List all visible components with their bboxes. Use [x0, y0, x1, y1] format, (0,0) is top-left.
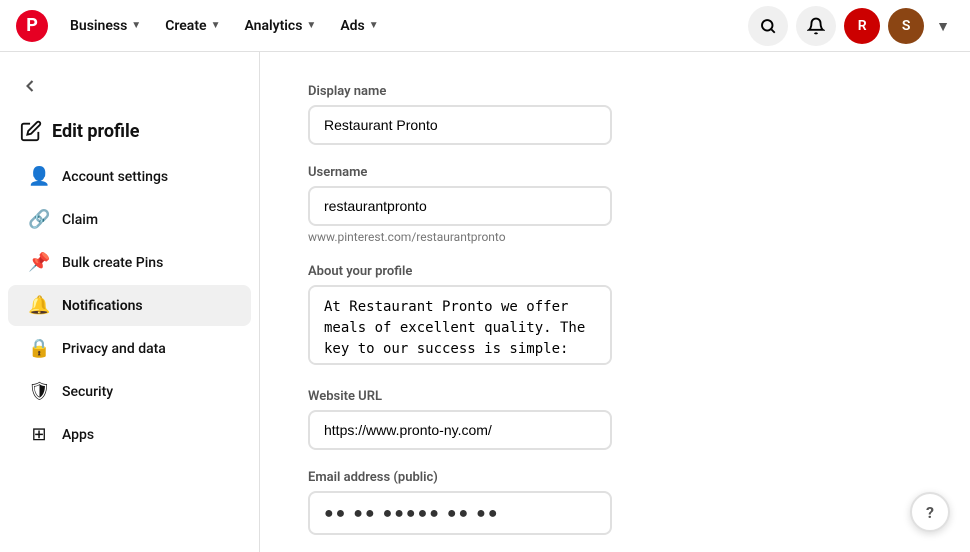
sidebar-item-privacy-data[interactable]: 🔒 Privacy and data: [8, 328, 251, 369]
nav-ads[interactable]: Ads ▼: [330, 12, 388, 40]
security-icon: 🛡: [28, 381, 50, 402]
nav-analytics[interactable]: Analytics ▼: [234, 12, 326, 40]
sidebar-items: 👤 Account settings 🔗 Claim 📌 Bulk create…: [0, 156, 259, 455]
username-label: Username: [308, 165, 612, 180]
nav-business-label: Business: [70, 18, 127, 34]
email-label: Email address (public): [308, 470, 612, 485]
website-input[interactable]: [308, 410, 612, 450]
account-settings-icon: 👤: [28, 166, 50, 187]
sidebar-item-notifications-label: Notifications: [62, 298, 143, 314]
chevron-down-icon: ▼: [211, 20, 221, 31]
sidebar-item-security[interactable]: 🛡 Security: [8, 371, 251, 412]
sidebar-item-claim[interactable]: 🔗 Claim: [8, 199, 251, 240]
main-content: Display name Username www.pinterest.com/…: [260, 52, 970, 552]
search-button[interactable]: [748, 6, 788, 46]
pinterest-logo[interactable]: P: [16, 10, 48, 42]
nav-ads-label: Ads: [340, 18, 364, 34]
account-menu-button[interactable]: ▼: [932, 14, 954, 38]
about-label: About your profile: [308, 264, 612, 279]
sidebar-item-apps[interactable]: ⊞ Apps: [8, 414, 251, 455]
display-name-label: Display name: [308, 84, 612, 99]
website-label: Website URL: [308, 389, 612, 404]
apps-icon: ⊞: [28, 424, 50, 445]
nav-business[interactable]: Business ▼: [60, 12, 151, 40]
about-field-group: About your profile At Restaurant Pronto …: [308, 264, 612, 369]
username-input[interactable]: [308, 186, 612, 226]
website-field-group: Website URL: [308, 389, 612, 450]
page-layout: Edit profile 👤 Account settings 🔗 Claim …: [0, 52, 970, 552]
back-arrow-icon: [20, 76, 40, 96]
nav-create-label: Create: [165, 18, 206, 34]
claim-icon: 🔗: [28, 209, 50, 230]
bulk-create-pins-icon: 📌: [28, 252, 50, 273]
email-field-group: Email address (public) ●● ●● ●●●●● ●● ●●: [308, 470, 612, 535]
help-button[interactable]: ?: [910, 492, 950, 532]
username-url-hint: www.pinterest.com/restaurantpronto: [308, 230, 612, 244]
edit-profile-icon: [20, 120, 42, 142]
chevron-down-icon: ▼: [306, 20, 316, 31]
username-field-group: Username www.pinterest.com/restaurantpro…: [308, 165, 612, 244]
sidebar-item-claim-label: Claim: [62, 212, 98, 228]
privacy-data-icon: 🔒: [28, 338, 50, 359]
sidebar-title: Edit profile: [52, 121, 140, 142]
sidebar-item-notifications[interactable]: 🔔 Notifications: [8, 285, 251, 326]
user-avatar-secondary[interactable]: S: [888, 8, 924, 44]
top-navigation: P Business ▼ Create ▼ Analytics ▼ Ads ▼: [0, 0, 970, 52]
user-avatar-primary[interactable]: R: [844, 8, 880, 44]
chevron-down-icon: ▼: [131, 20, 141, 31]
nav-analytics-label: Analytics: [244, 18, 302, 34]
sidebar-item-apps-label: Apps: [62, 427, 94, 443]
nav-left: P Business ▼ Create ▼ Analytics ▼ Ads ▼: [16, 10, 389, 42]
search-icon: [759, 17, 777, 35]
sidebar-item-security-label: Security: [62, 384, 113, 400]
sidebar: Edit profile 👤 Account settings 🔗 Claim …: [0, 52, 260, 552]
display-name-input[interactable]: [308, 105, 612, 145]
sidebar-item-privacy-data-label: Privacy and data: [62, 341, 166, 357]
nav-right: R S ▼: [748, 6, 954, 46]
sidebar-item-bulk-create-pins[interactable]: 📌 Bulk create Pins: [8, 242, 251, 283]
back-button[interactable]: [0, 68, 259, 104]
bell-icon: [807, 17, 825, 35]
nav-create[interactable]: Create ▼: [155, 12, 230, 40]
sidebar-item-account-settings-label: Account settings: [62, 169, 168, 185]
chevron-down-icon: ▼: [369, 20, 379, 31]
sidebar-item-bulk-create-pins-label: Bulk create Pins: [62, 255, 163, 271]
notifications-icon: 🔔: [28, 295, 50, 316]
edit-profile-form: Display name Username www.pinterest.com/…: [308, 84, 612, 552]
sidebar-item-account-settings[interactable]: 👤 Account settings: [8, 156, 251, 197]
about-textarea[interactable]: At Restaurant Pronto we offer meals of e…: [308, 285, 612, 365]
notifications-button[interactable]: [796, 6, 836, 46]
email-masked-display: ●● ●● ●●●●● ●● ●●: [308, 491, 612, 535]
display-name-field-group: Display name: [308, 84, 612, 145]
